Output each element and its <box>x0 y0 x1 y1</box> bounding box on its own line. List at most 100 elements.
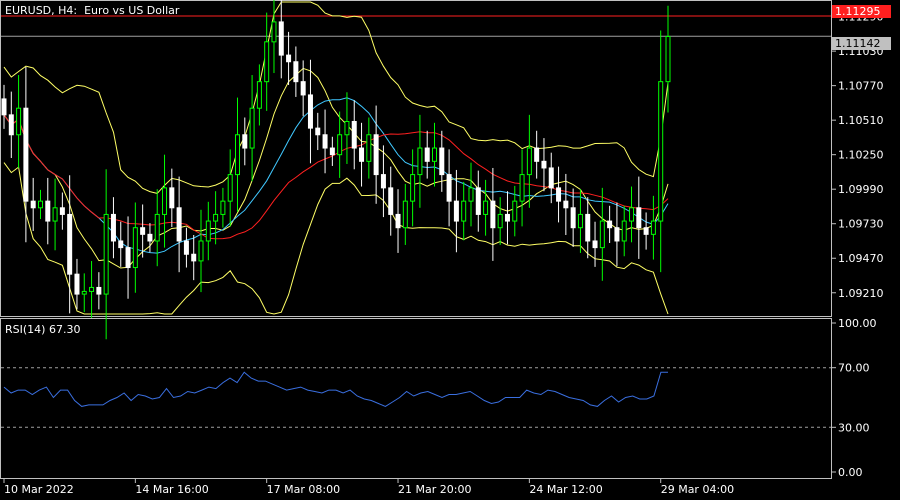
candle-body <box>59 207 65 215</box>
price-axis[interactable]: 1.112901.110301.107701.105101.102501.099… <box>831 11 884 300</box>
candle-body <box>658 81 664 222</box>
candle-body <box>439 147 445 176</box>
candle-body <box>220 200 226 215</box>
candle-body <box>461 200 467 222</box>
candle-body <box>81 290 87 295</box>
chart-area[interactable]: 100.0070.0030.000.00 1.112901.110301.107… <box>0 0 900 500</box>
candle-body <box>526 147 532 176</box>
time-tick-label: 17 Mar 08:00 <box>267 483 340 496</box>
rsi-line <box>3 371 668 407</box>
candle-body <box>293 61 299 83</box>
candle-body <box>205 220 211 242</box>
candle-body <box>37 200 43 209</box>
rsi-indicator-label: RSI(14) 67.30 <box>5 323 81 336</box>
main-chart-frame <box>0 0 832 317</box>
candle-body <box>307 94 313 129</box>
candle-body <box>395 213 401 229</box>
candle-body <box>45 200 51 222</box>
candle-body <box>424 147 430 162</box>
candle-body <box>8 114 14 136</box>
price-tick-label: 1.09990 <box>838 183 884 196</box>
candle-body <box>388 187 394 215</box>
candle-body <box>52 207 58 222</box>
indicator-lines <box>3 1 669 315</box>
candle-body <box>249 107 255 149</box>
candle-body <box>74 273 80 295</box>
candle-body <box>147 233 153 242</box>
price-tick-label: 1.09470 <box>838 252 884 265</box>
candle-body <box>577 213 583 229</box>
candle-body <box>665 36 671 83</box>
candle-body <box>96 286 102 295</box>
chart-title: EURUSD, H4: Euro vs US Dollar <box>5 4 180 17</box>
candle-body <box>380 174 386 189</box>
rsi-tick-label: 30.00 <box>838 421 870 434</box>
price-lines <box>1 15 831 37</box>
candle-body <box>519 174 525 202</box>
time-tick-label: 24 Mar 12:00 <box>529 483 602 496</box>
candle-body <box>176 207 182 242</box>
candle-body <box>140 227 146 235</box>
time-tick-label: 14 Mar 16:00 <box>135 483 208 496</box>
time-axis[interactable]: 10 Mar 2022 14 Mar 16:00 17 Mar 08:00 21 Ma… <box>3 478 734 496</box>
candle-body <box>183 240 189 255</box>
time-tick-label: 10 Mar 2022 <box>4 483 74 496</box>
candle-body <box>504 213 510 222</box>
price-tick-label: 1.10510 <box>838 114 884 127</box>
rsi-plot: 100.00 70.00 30.00 0.00 <box>1 317 877 479</box>
candle-body <box>483 200 489 215</box>
candle-body <box>556 187 562 202</box>
candle-body <box>351 120 357 149</box>
candle-body <box>30 200 36 209</box>
candle-body <box>322 134 328 149</box>
time-tick-label: 21 Mar 20:00 <box>398 483 471 496</box>
candle-body <box>643 227 649 235</box>
candle-body <box>125 247 131 269</box>
candle-body <box>227 174 233 202</box>
candle-body <box>629 207 635 222</box>
candle-body <box>315 127 321 136</box>
candle-body <box>132 227 138 269</box>
candle-body <box>585 213 591 242</box>
bollinger-upper-band <box>3 1 669 194</box>
candle-body <box>475 187 481 215</box>
time-tick-label: 29 Mar 04:00 <box>661 483 734 496</box>
candle-body <box>599 220 605 249</box>
candle-body <box>366 134 372 162</box>
candle-body <box>650 220 656 235</box>
candle-body <box>410 174 416 202</box>
bid-price-tag: 1.11142 <box>832 37 891 50</box>
candle-body <box>636 207 642 229</box>
candle-body <box>402 200 408 229</box>
high-price-tag: 1.11295 <box>832 5 891 18</box>
candle-body <box>198 240 204 262</box>
candle-body <box>329 147 335 156</box>
candle-body <box>512 200 518 222</box>
candle-body <box>234 134 240 176</box>
price-tick-label: 1.09730 <box>838 218 884 231</box>
candle-body <box>16 107 22 136</box>
candle-body <box>1 98 7 116</box>
candle-body <box>497 213 503 229</box>
candle-body <box>67 213 73 275</box>
candle-body <box>286 54 292 63</box>
slow-moving-average <box>3 114 669 240</box>
candle-body <box>563 200 569 209</box>
candle-body <box>110 213 116 242</box>
candle-body <box>468 187 474 202</box>
candle-body <box>264 41 270 83</box>
candle-body <box>337 134 343 156</box>
price-tick-label: 1.09210 <box>838 287 884 300</box>
candle-body <box>548 167 554 189</box>
fast-moving-average <box>3 97 669 254</box>
candle-body <box>453 200 459 222</box>
candle-body <box>191 253 197 262</box>
candle-body <box>432 147 438 162</box>
candle-body <box>541 160 547 169</box>
candle-body <box>417 147 423 176</box>
candle-body <box>534 147 540 162</box>
candle-body <box>271 21 277 43</box>
candles <box>1 0 671 340</box>
bollinger-lower-band <box>3 162 669 315</box>
rsi-tick-label: 100.00 <box>838 317 877 330</box>
